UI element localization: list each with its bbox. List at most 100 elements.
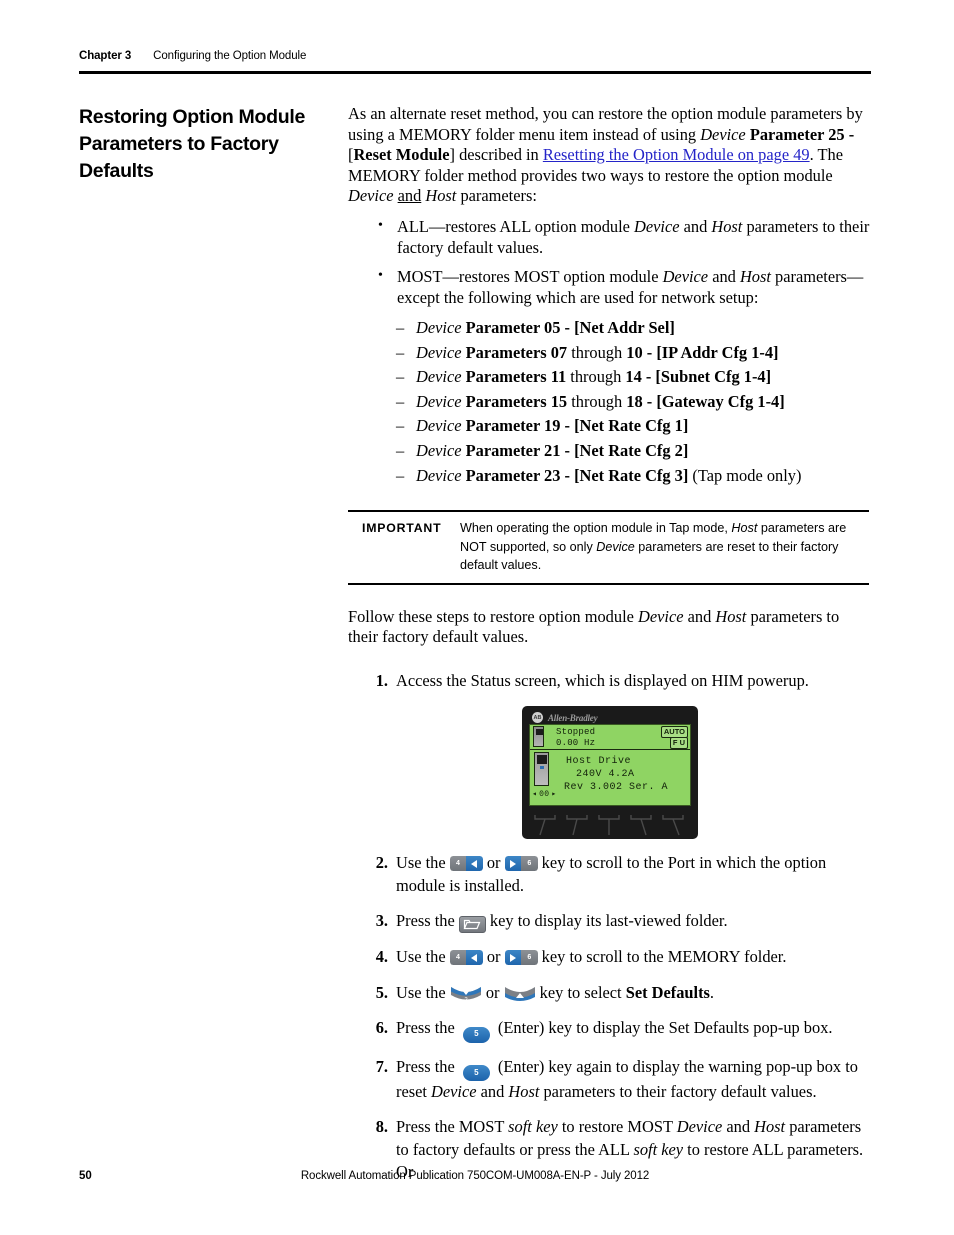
param-bracket: [Net Addr Sel] bbox=[574, 317, 675, 337]
left-arrow-glyph-icon bbox=[466, 856, 483, 872]
param-mid: through bbox=[566, 367, 626, 387]
left-key-number: 4 bbox=[449, 950, 467, 966]
param-device: Device bbox=[416, 440, 462, 460]
section-heading: Restoring Option Module Parameters to Fa… bbox=[79, 106, 305, 182]
param-bold-2: 14 bbox=[625, 367, 642, 387]
main-content: As an alternate reset method, you can re… bbox=[348, 104, 872, 1197]
step-text: Access the Status screen, which is displ… bbox=[396, 670, 809, 690]
excluded-parameters-list: Device Parameter 05 - [Net Addr Sel] Dev… bbox=[348, 316, 872, 488]
right-arrow-glyph-icon bbox=[504, 950, 522, 966]
follow-host: Host bbox=[715, 606, 747, 626]
step6-b: (Enter) key to display the Set Defaults … bbox=[493, 1018, 833, 1038]
right-key-number: 6 bbox=[521, 950, 538, 966]
step-number: 3. bbox=[375, 911, 388, 931]
step-text: Press the key to display its last-viewed… bbox=[396, 911, 728, 934]
softkey-legs-icon bbox=[534, 815, 684, 836]
step7-device: Device bbox=[431, 1081, 477, 1101]
right-arrow-key-icon[interactable]: 6 bbox=[504, 950, 538, 966]
param-bold-1: Parameters 15 bbox=[465, 391, 568, 411]
step3-b: key to display its last-viewed folder. bbox=[485, 911, 728, 931]
step-text: Press the 5 (Enter) key to display the S… bbox=[396, 1018, 833, 1043]
bullet-all-b: and bbox=[679, 216, 712, 236]
procedure-steps: 1. Access the Status screen, which is di… bbox=[348, 670, 872, 1184]
enter-key-icon[interactable]: 5 bbox=[462, 1064, 490, 1081]
step4-or: or bbox=[482, 947, 505, 967]
important-text-1: When operating the option module in Tap … bbox=[460, 521, 732, 536]
him-device: AB Allen-Bradley Stopped 0.00 Hz AUTO F … bbox=[522, 706, 698, 840]
important-device: Device bbox=[596, 539, 635, 554]
page-prev-arrow-icon: ◂ bbox=[532, 789, 538, 799]
param-bold-1: Parameter 19 - bbox=[465, 416, 575, 436]
right-key-number: 6 bbox=[521, 856, 538, 872]
left-arrow-key-icon[interactable]: 4 bbox=[449, 856, 483, 872]
step-number: 5. bbox=[375, 982, 388, 1002]
step-7: 7. Press the 5 (Enter) key again to disp… bbox=[366, 1056, 872, 1104]
step8-host: Host bbox=[754, 1117, 786, 1137]
step2-a: Use the bbox=[396, 853, 450, 873]
step8-b: to restore MOST bbox=[557, 1117, 677, 1137]
param-suffix: (Tap mode only) bbox=[688, 465, 802, 485]
step-text: Use the 4 or 6 key to scroll to the MEMO… bbox=[396, 947, 786, 966]
up-key-glyph-icon: 8 bbox=[504, 986, 535, 1001]
param-bold-1: Parameters 11 bbox=[465, 367, 567, 387]
him-brand-row: AB Allen-Bradley bbox=[529, 711, 691, 724]
step5-b: key to select bbox=[535, 982, 626, 1002]
list-item-most: MOST—restores MOST option module Device … bbox=[370, 265, 872, 309]
left-arrow-glyph-icon bbox=[466, 950, 483, 966]
him-line-3: Rev 3.002 Ser. A bbox=[564, 782, 669, 794]
enter-key-icon[interactable]: 5 bbox=[462, 1026, 490, 1043]
step-number: 8. bbox=[375, 1117, 388, 1137]
intro-text-d: ] described in bbox=[449, 145, 543, 165]
step-4: 4. Use the 4 or 6 key to scroll to the M… bbox=[366, 946, 872, 969]
publication-line: Rockwell Automation Publication 750COM-U… bbox=[300, 1170, 650, 1182]
step-number: 4. bbox=[375, 947, 388, 967]
right-arrow-key-icon[interactable]: 6 bbox=[504, 856, 538, 872]
step-3: 3. Press the key to display its last-vie… bbox=[366, 910, 872, 934]
left-arrow-key-icon[interactable]: 4 bbox=[449, 950, 483, 966]
step7-c: and bbox=[476, 1081, 509, 1101]
him-status-bar: Stopped 0.00 Hz AUTO F U bbox=[530, 725, 690, 751]
step5-or: or bbox=[481, 982, 504, 1002]
header-divider bbox=[79, 71, 871, 74]
step3-a: Press the bbox=[396, 911, 459, 931]
param-mid: through bbox=[567, 342, 627, 362]
step2-or: or bbox=[482, 853, 505, 873]
list-item: Device Parameter 05 - [Net Addr Sel] bbox=[396, 316, 872, 341]
param-bold-2: 18 bbox=[626, 391, 643, 411]
down-arrow-key-icon[interactable]: 2 bbox=[450, 985, 482, 1004]
step-text: Use the 2 or 8 key to select Set Default… bbox=[396, 982, 715, 1004]
step-1: 1. Access the Status screen, which is di… bbox=[366, 670, 872, 693]
follow-a: Follow these steps to restore option mod… bbox=[348, 606, 638, 626]
param-bracket: [Net Rate Cfg 1] bbox=[574, 416, 689, 436]
up-arrow-key-icon[interactable]: 8 bbox=[504, 985, 536, 1004]
intro-device-1: Device bbox=[700, 124, 746, 144]
step-number: 7. bbox=[375, 1056, 388, 1076]
resetting-option-module-link[interactable]: Resetting the Option Module on page 49 bbox=[543, 145, 810, 164]
bullet-most-device: Device bbox=[662, 266, 709, 286]
chapter-label: Chapter 3 bbox=[79, 50, 132, 62]
intro-paragraph: As an alternate reset method, you can re… bbox=[348, 104, 868, 207]
bullet-most-b: and bbox=[708, 266, 740, 286]
step8-c: and bbox=[722, 1117, 755, 1137]
list-item: Device Parameters 07 through 10 - [IP Ad… bbox=[396, 341, 872, 366]
step-number: 6. bbox=[375, 1018, 388, 1038]
param-bracket: [Net Rate Cfg 3] bbox=[574, 465, 689, 485]
step-text: Press the 5 (Enter) key again to display… bbox=[396, 1057, 858, 1101]
him-main-area: Host Drive 240V 4.2A Rev 3.002 Ser. A ◂ … bbox=[530, 750, 690, 805]
step6-a: Press the bbox=[396, 1018, 459, 1038]
him-fu-badge: F U bbox=[669, 737, 688, 750]
param-bold-1: Parameter 23 - bbox=[465, 465, 575, 485]
follow-steps-paragraph: Follow these steps to restore option mod… bbox=[348, 607, 872, 648]
bullet-most-a: MOST—restores MOST option module bbox=[397, 266, 663, 286]
intro-param25: Parameter 25 - bbox=[745, 124, 855, 144]
important-callout: IMPORTANT When operating the option modu… bbox=[348, 510, 869, 585]
drive-icon-small bbox=[533, 726, 544, 748]
param-bracket: - [IP Addr Cfg 1-4] bbox=[642, 342, 779, 362]
param-bracket: - [Gateway Cfg 1-4] bbox=[642, 391, 785, 411]
header-line: Chapter 3 Configuring the Option Module bbox=[79, 50, 871, 62]
list-item: Device Parameters 15 through 18 - [Gatew… bbox=[396, 390, 872, 415]
step-5: 5. Use the 2 or 8 key to select Set Defa… bbox=[366, 982, 872, 1005]
step5-c: . bbox=[709, 982, 715, 1002]
step5-bold: Set Defaults bbox=[625, 982, 710, 1002]
folder-key-icon[interactable] bbox=[458, 916, 486, 934]
